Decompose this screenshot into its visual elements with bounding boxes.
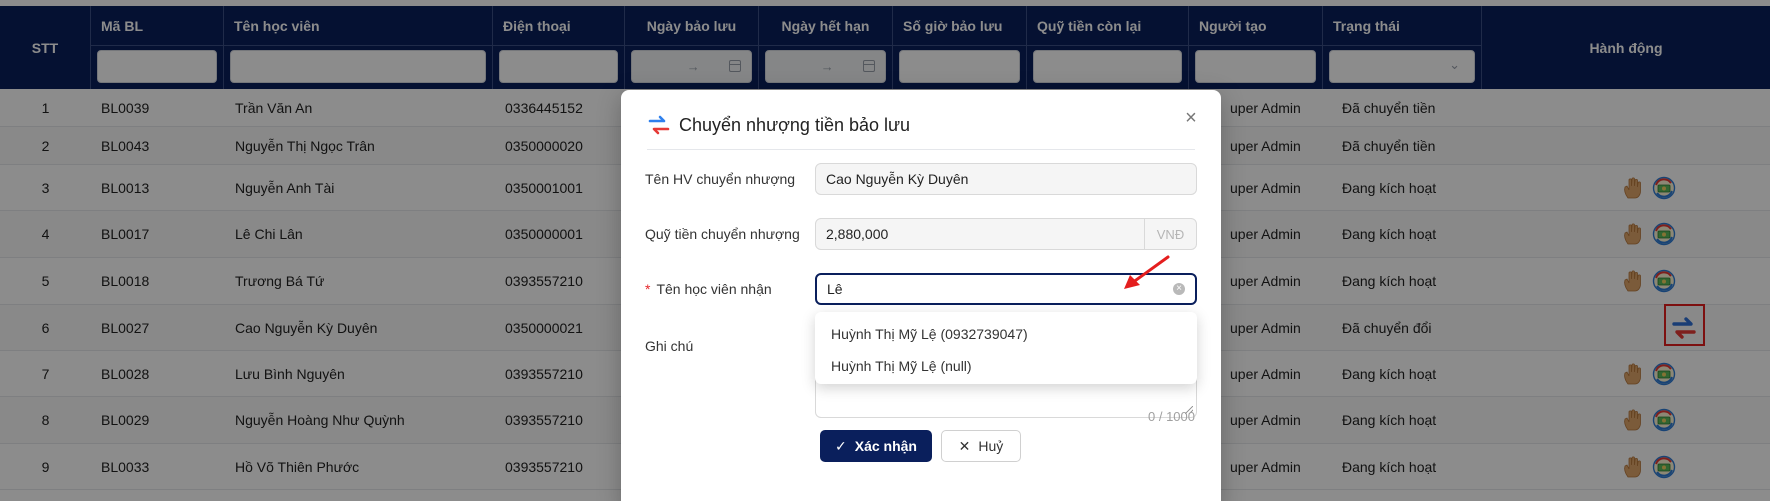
close-icon[interactable]: × (1181, 108, 1201, 128)
confirm-button[interactable]: ✓ Xác nhận (820, 430, 932, 462)
currency-suffix: VNĐ (1144, 219, 1196, 249)
confirm-label: Xác nhận (854, 438, 917, 454)
from-value: Cao Nguyễn Kỳ Duyên (826, 171, 969, 187)
check-icon: ✓ (835, 437, 847, 454)
amount-value: 2,880,000 (826, 226, 889, 242)
note-counter: 0 / 1000 (1148, 409, 1195, 424)
cancel-button[interactable]: ✕ Huỷ (941, 430, 1021, 462)
modal-title-text: Chuyển nhượng tiền bảo lưu (679, 114, 911, 135)
from-label: Tên HV chuyển nhượng (645, 171, 796, 187)
modal-divider (647, 149, 1195, 150)
dropdown-option[interactable]: Huỳnh Thị Mỹ Lệ (0932739047) (831, 326, 1028, 342)
amount-label: Quỹ tiền chuyển nhượng (645, 226, 800, 242)
amount-field: 2,880,000 VNĐ (815, 218, 1197, 250)
page: STT Mã BL Tên học viên Điện thoại Ngày b… (0, 0, 1770, 501)
to-value: Lê (827, 281, 843, 297)
from-field: Cao Nguyễn Kỳ Duyên (815, 163, 1197, 195)
required-mark: * (645, 281, 651, 297)
close-small-icon: ✕ (958, 437, 971, 454)
transfer-modal: Chuyển nhượng tiền bảo lưu × Tên HV chuy… (621, 90, 1221, 501)
to-label-text: Tên học viên nhận (656, 281, 772, 297)
modal-title: Chuyển nhượng tiền bảo lưu (647, 112, 910, 138)
student-dropdown: Huỳnh Thị Mỹ Lệ (0932739047) Huỳnh Thị M… (815, 312, 1197, 384)
to-label: * Tên học viên nhận (645, 281, 772, 297)
note-label: Ghi chú (645, 338, 694, 354)
cancel-label: Huỷ (978, 438, 1004, 454)
clear-icon[interactable]: × (1173, 283, 1185, 295)
red-arrow-icon (1124, 255, 1170, 289)
dropdown-option[interactable]: Huỳnh Thị Mỹ Lệ (null) (831, 358, 972, 374)
transfer-icon (648, 115, 670, 135)
